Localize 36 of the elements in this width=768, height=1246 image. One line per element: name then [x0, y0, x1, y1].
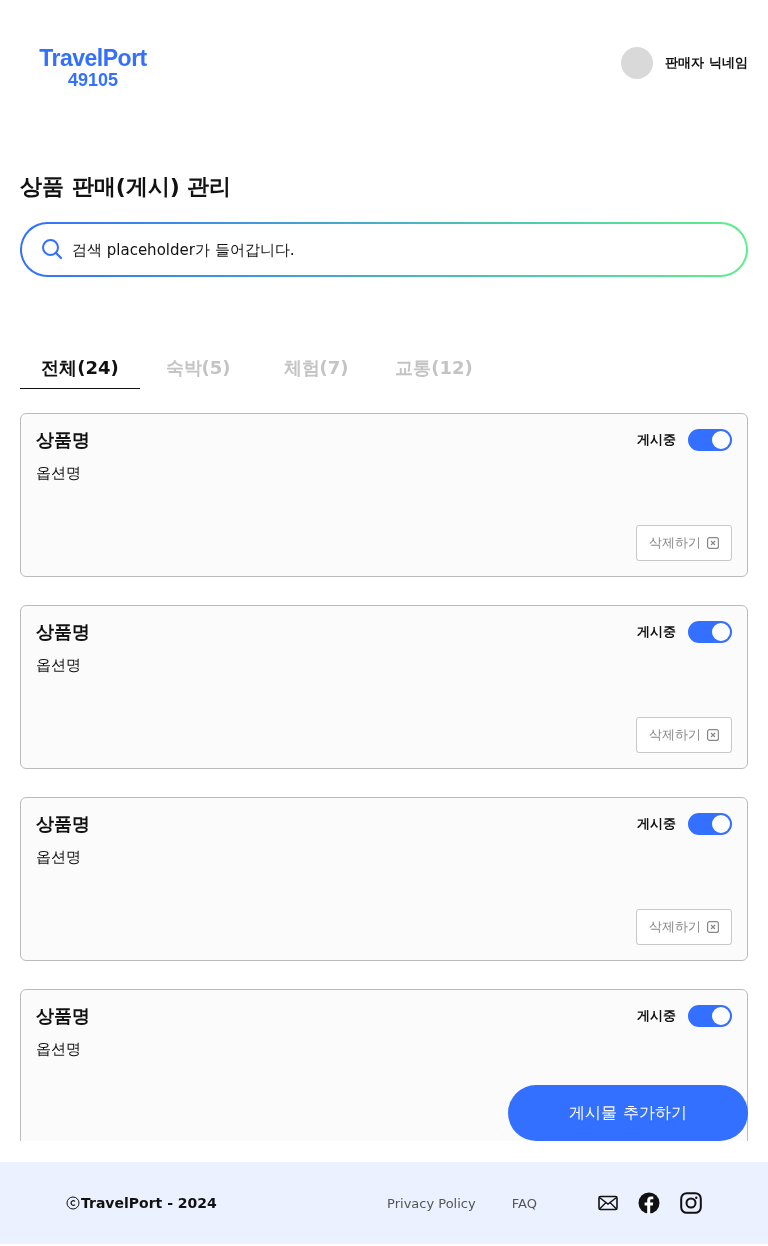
toggle-switch[interactable]	[688, 621, 732, 643]
camera-icon[interactable]	[680, 1192, 702, 1214]
status-label: 게시중	[637, 431, 676, 449]
product-name: 상품명	[36, 1004, 90, 1028]
mail-icon[interactable]	[598, 1195, 618, 1211]
user-name: 판매자 닉네임	[665, 54, 748, 72]
close-icon	[707, 921, 719, 933]
footer-link[interactable]: Privacy Policy	[387, 1195, 476, 1211]
close-icon	[707, 729, 719, 741]
toggle-switch[interactable]	[688, 1005, 732, 1027]
status-label: 게시중	[637, 815, 676, 833]
status-label: 게시중	[637, 623, 676, 641]
option-name: 옵션명	[36, 848, 82, 867]
logo-number: 49105	[67, 70, 119, 90]
option-name: 옵션명	[36, 656, 82, 675]
footer-link[interactable]: FAQ	[511, 1195, 537, 1211]
close-icon	[707, 537, 719, 549]
product-name: 상품명	[36, 812, 90, 836]
delete-button[interactable]: 삭제하기	[636, 909, 732, 945]
delete-button[interactable]: 삭제하기	[636, 717, 732, 753]
product-name: 상품명	[36, 620, 90, 644]
toggle-switch[interactable]	[688, 813, 732, 835]
facebook-icon[interactable]	[638, 1192, 660, 1214]
page-title: 상품 판매(게시) 관리	[20, 173, 233, 201]
search-field[interactable]: 검색 placeholder가 들어갑니다.	[20, 222, 748, 277]
toggle-switch[interactable]	[688, 429, 732, 451]
logo-text: TravelPort	[39, 46, 147, 70]
delete-button[interactable]: 삭제하기	[636, 525, 732, 561]
product-name: 상품명	[36, 428, 90, 452]
copyright-icon	[66, 1196, 80, 1210]
status-label: 게시중	[637, 1007, 676, 1025]
category-tab[interactable]: 전체(24)	[20, 347, 140, 389]
add-post-button[interactable]: 게시물 추가하기	[508, 1085, 748, 1141]
option-name: 옵션명	[36, 464, 82, 483]
option-name: 옵션명	[36, 1040, 82, 1059]
copyright-text: TravelPort - 2024	[81, 1195, 217, 1211]
